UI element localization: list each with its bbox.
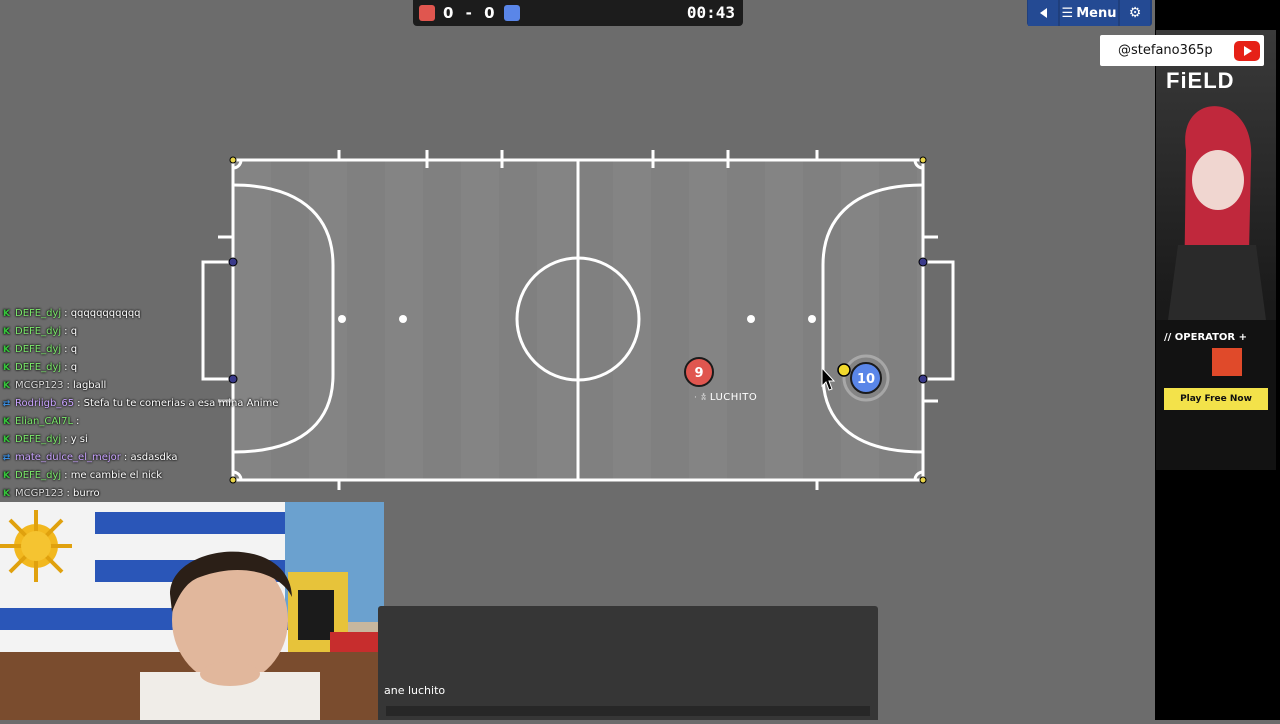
chat-username: MCGP123 (15, 380, 64, 391)
chat-badge-icon: K (3, 362, 10, 373)
chat-message: K DEFE_dyj: y si (2, 431, 302, 449)
goal-post (228, 257, 238, 267)
corner-marker (919, 156, 927, 164)
chat-message: K MCGP123: lagball (2, 377, 302, 395)
chat-username: DEFE_dyj (15, 434, 62, 445)
chat-username: DEFE_dyj (15, 362, 62, 373)
handle-text: @stefano365p (1118, 43, 1213, 58)
chat-badge-icon: K (3, 308, 10, 319)
stream-chat: K DEFE_dyj: qqqqqqqqqqq K DEFE_dyj: q K DEFE_… (2, 305, 302, 503)
chat-message: ⇄ Rodriigb_65: Stefa tu te comerias a esa… (2, 395, 302, 413)
goal-post (918, 374, 928, 384)
chat-text: : me cambie el nick (64, 470, 163, 481)
chat-message: K DEFE_dyj: q (2, 323, 302, 341)
youtube-icon (1234, 40, 1260, 61)
advertisement-banner[interactable]: FiELD // OPERATOR + Play Free Now (1156, 30, 1276, 470)
chat-message: K MCGP123: burro (2, 485, 302, 503)
ad-play-button[interactable]: Play Free Now (1164, 388, 1268, 410)
menu-bar: ☰ Menu ⚙ (1027, 0, 1152, 26)
menu-label: Menu (1076, 5, 1117, 21)
chat-text: : q (64, 344, 78, 355)
chat-badge-icon: ⇄ (2, 398, 11, 409)
ad-operator: // OPERATOR + (1164, 332, 1247, 343)
score-display: 0 - 0 (443, 4, 496, 22)
streamer-handle: @stefano365p (1100, 35, 1264, 66)
chat-text: : y si (64, 434, 88, 445)
console-panel: ane luchito (378, 606, 878, 720)
settings-button[interactable]: ⚙ (1120, 0, 1150, 26)
back-arrow-icon (1039, 8, 1047, 18)
chat-text: : asdasdka (123, 452, 178, 463)
chat-message: K DEFE_dyj: me cambie el nick (2, 467, 302, 485)
chat-badge-icon: K (3, 470, 10, 481)
chat-badge-icon: K (3, 380, 10, 391)
chat-badge-icon: K (3, 416, 10, 427)
chat-message: K DEFE_dyj: qqqqqqqqqqq (2, 305, 302, 323)
chat-username: mate_dulce_el_mejor (15, 452, 121, 463)
goal-post (918, 257, 928, 267)
red-score: 0 (443, 4, 455, 22)
chat-badge-icon: ⇄ (2, 452, 11, 463)
ball (837, 363, 851, 377)
chat-username: MCGP123 (15, 488, 64, 499)
chat-text: : lagball (66, 380, 107, 391)
hamburger-icon: ☰ (1061, 5, 1074, 21)
penalty-spot (399, 315, 407, 323)
console-text: ane luchito (384, 684, 446, 697)
chat-message: K DEFE_dyj: q (2, 341, 302, 359)
chat-message: ⇄ mate_dulce_el_mejor: asdasdka (2, 449, 302, 467)
console-input[interactable] (386, 706, 870, 716)
red-team-indicator (419, 5, 435, 21)
penalty-spot (747, 315, 755, 323)
score-separator: - (465, 4, 473, 22)
chat-text: : Stefa tu te comerias a esa mina Anime (77, 398, 279, 409)
chat-username: Elian_CAI7L (15, 416, 74, 427)
chat-text: : q (64, 362, 78, 373)
corner-marker (229, 156, 237, 164)
red-player-name: · 𖠋 LUCHITO (694, 392, 758, 403)
blue-player-number: 10 (857, 372, 875, 387)
ad-title: FiELD (1166, 68, 1235, 93)
penalty-spot (338, 315, 346, 323)
chat-message: K Elian_CAI7L: (2, 413, 302, 431)
corner-marker (919, 476, 927, 484)
chat-badge-icon: K (3, 326, 10, 337)
chat-badge-icon: K (3, 434, 10, 445)
webcam-feed (0, 502, 384, 720)
scoreboard: 0 - 0 00:43 (413, 0, 743, 26)
chat-username: DEFE_dyj (15, 326, 62, 337)
chat-username: DEFE_dyj (15, 470, 62, 481)
red-player-number: 9 (694, 366, 703, 381)
match-timer: 00:43 (686, 3, 735, 22)
menu-button[interactable]: ☰ Menu (1060, 0, 1118, 26)
gear-icon: ⚙ (1128, 5, 1142, 21)
blue-score: 0 (484, 4, 496, 22)
blue-player-disc: 10 (842, 354, 890, 402)
chat-text: : burro (66, 488, 100, 499)
penalty-spot (808, 315, 816, 323)
chat-text: : (76, 416, 80, 427)
chat-username: DEFE_dyj (15, 344, 62, 355)
play-label: Play Free Now (1180, 394, 1252, 404)
chat-message: K DEFE_dyj: q (2, 359, 302, 377)
chat-badge-icon: K (3, 344, 10, 355)
right-goal (921, 260, 955, 381)
back-button[interactable] (1028, 0, 1058, 26)
blue-team-indicator (503, 5, 520, 21)
chat-username: Rodriigb_65 (15, 398, 75, 409)
chat-badge-icon: K (3, 488, 10, 499)
red-player-disc: 9 (684, 357, 714, 387)
chat-text: : q (64, 326, 78, 337)
chat-username: DEFE_dyj (15, 308, 62, 319)
chat-text: : qqqqqqqqqqq (64, 308, 141, 319)
